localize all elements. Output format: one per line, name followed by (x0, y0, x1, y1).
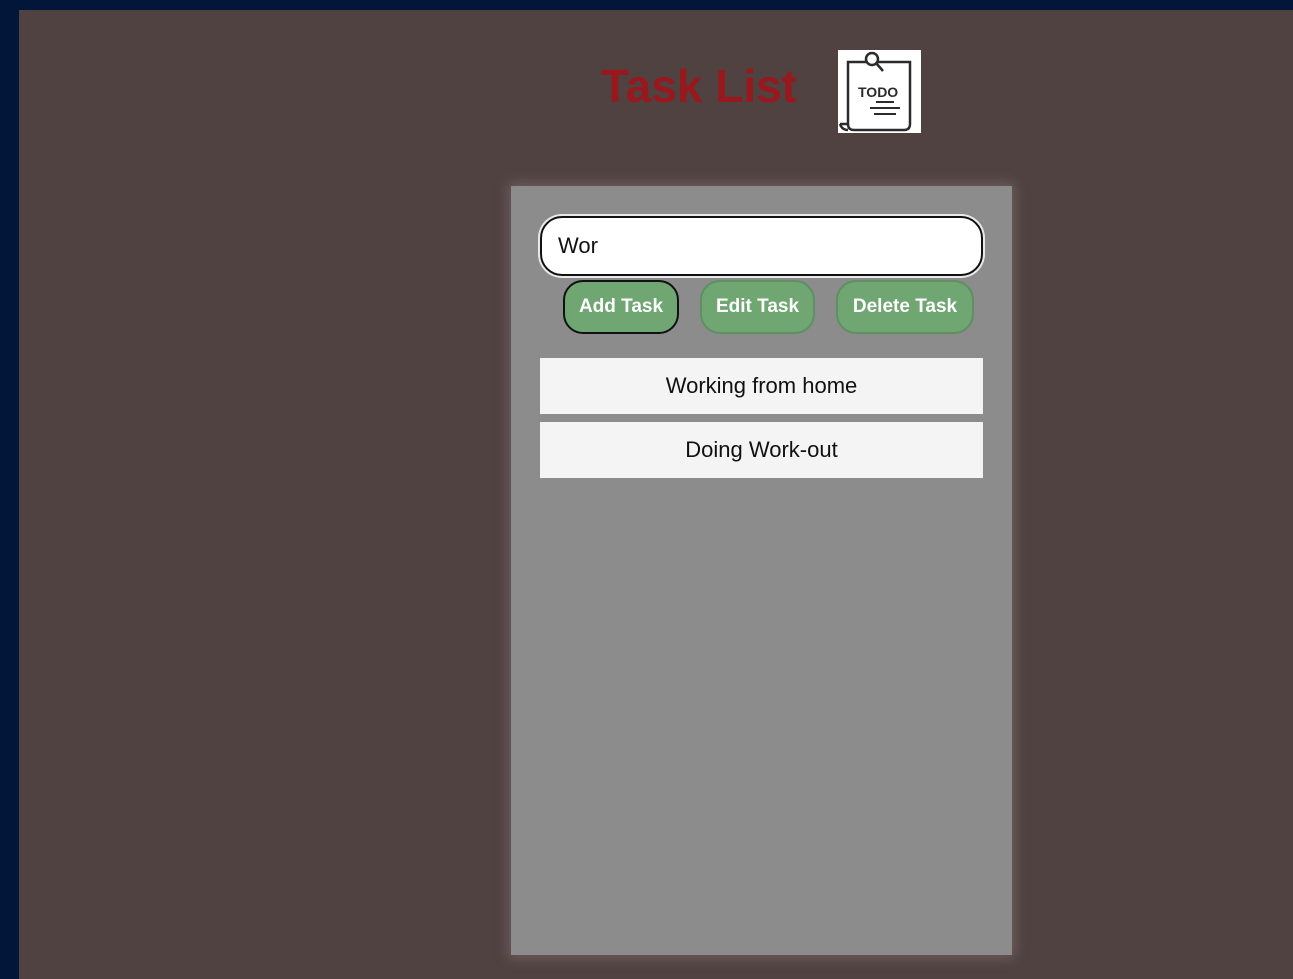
logo-text: TODO (858, 84, 898, 100)
header: Task List TODO (19, 50, 1293, 140)
delete-task-button[interactable]: Delete Task (836, 280, 974, 334)
task-list: Working from home Doing Work-out (540, 358, 983, 486)
task-item[interactable]: Doing Work-out (540, 422, 983, 478)
task-input[interactable] (540, 216, 983, 276)
task-item[interactable]: Working from home (540, 358, 983, 414)
task-panel: Add Task Edit Task Delete Task Working f… (511, 186, 1012, 955)
add-task-button[interactable]: Add Task (563, 280, 679, 334)
page-title: Task List (601, 60, 797, 112)
todo-note-icon: TODO (838, 50, 921, 133)
edit-task-button[interactable]: Edit Task (700, 280, 815, 334)
app-page: Task List TODO Add Task Edit Task De (19, 10, 1293, 979)
